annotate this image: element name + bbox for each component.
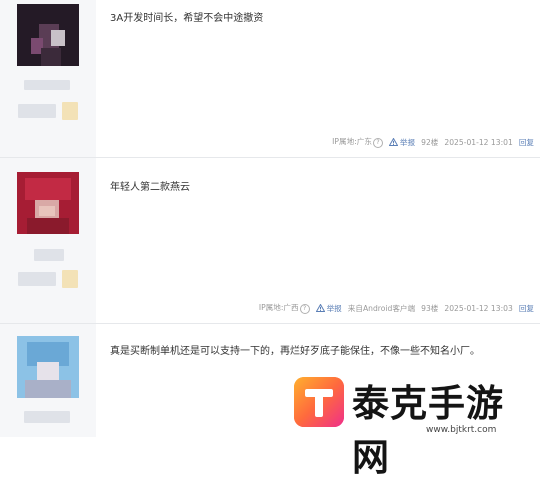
warning-icon: [315, 304, 325, 312]
report-link[interactable]: 举报: [388, 137, 416, 148]
post-meta: IP属地:广东? 举报 92楼 2025-01-12 13:01 回复: [332, 136, 534, 148]
post-1: 3A开发时间长，希望不会中途撤资 IP属地:广东? 举报 92楼 2025-01…: [0, 0, 540, 157]
floor-number: 92楼: [421, 137, 439, 147]
report-label: 举报: [326, 303, 342, 313]
member-badge-placeholder: [62, 270, 78, 288]
reply-link[interactable]: 回复: [519, 303, 534, 314]
user-panel: [0, 324, 96, 437]
client-source[interactable]: 来自Android客户端: [348, 303, 415, 314]
avatar-image: [17, 336, 79, 398]
avatar-image: [17, 172, 79, 234]
warning-icon: [388, 138, 398, 146]
user-panel: [0, 0, 96, 157]
site-watermark: 泰克手游网 www.bjtkrt.com: [290, 370, 540, 479]
username-placeholder[interactable]: [24, 411, 70, 423]
post-content: 年轻人第二款燕云: [110, 182, 190, 193]
report-label: 举报: [399, 137, 416, 147]
post-time: 2025-01-12 13:03: [444, 303, 513, 313]
floor-number: 93楼: [421, 303, 439, 313]
report-link[interactable]: 举报: [315, 303, 342, 314]
level-badge-placeholder: [18, 272, 56, 286]
reply-link[interactable]: 回复: [519, 137, 534, 148]
post-content: 真是买断制单机还是可以支持一下的，再烂好歹底子能保住，不像一些不知名小厂。: [110, 346, 480, 357]
post-content: 3A开发时间长，希望不会中途撤资: [110, 13, 264, 24]
site-logo-icon: [294, 377, 344, 427]
username-placeholder[interactable]: [24, 80, 70, 90]
question-icon[interactable]: ?: [372, 138, 383, 148]
username-placeholder[interactable]: [34, 249, 64, 261]
question-icon[interactable]: ?: [299, 304, 310, 314]
member-badge-placeholder: [62, 102, 78, 120]
avatar[interactable]: [17, 4, 79, 66]
post-meta: IP属地:广西? 举报 来自Android客户端 93楼 2025-01-12 …: [259, 302, 534, 314]
post-2: 年轻人第二款燕云 IP属地:广西? 举报 来自Android客户端 93楼 20…: [0, 158, 540, 323]
post-time: 2025-01-12 13:01: [444, 137, 513, 147]
level-badge-placeholder: [18, 104, 56, 118]
ip-location: IP属地:广东: [332, 137, 372, 146]
ip-location: IP属地:广西: [258, 303, 299, 312]
avatar[interactable]: [17, 336, 79, 398]
watermark-url: www.bjtkrt.com: [426, 425, 497, 435]
avatar-image: [17, 4, 79, 66]
user-panel: [0, 158, 96, 323]
avatar[interactable]: [17, 172, 79, 234]
